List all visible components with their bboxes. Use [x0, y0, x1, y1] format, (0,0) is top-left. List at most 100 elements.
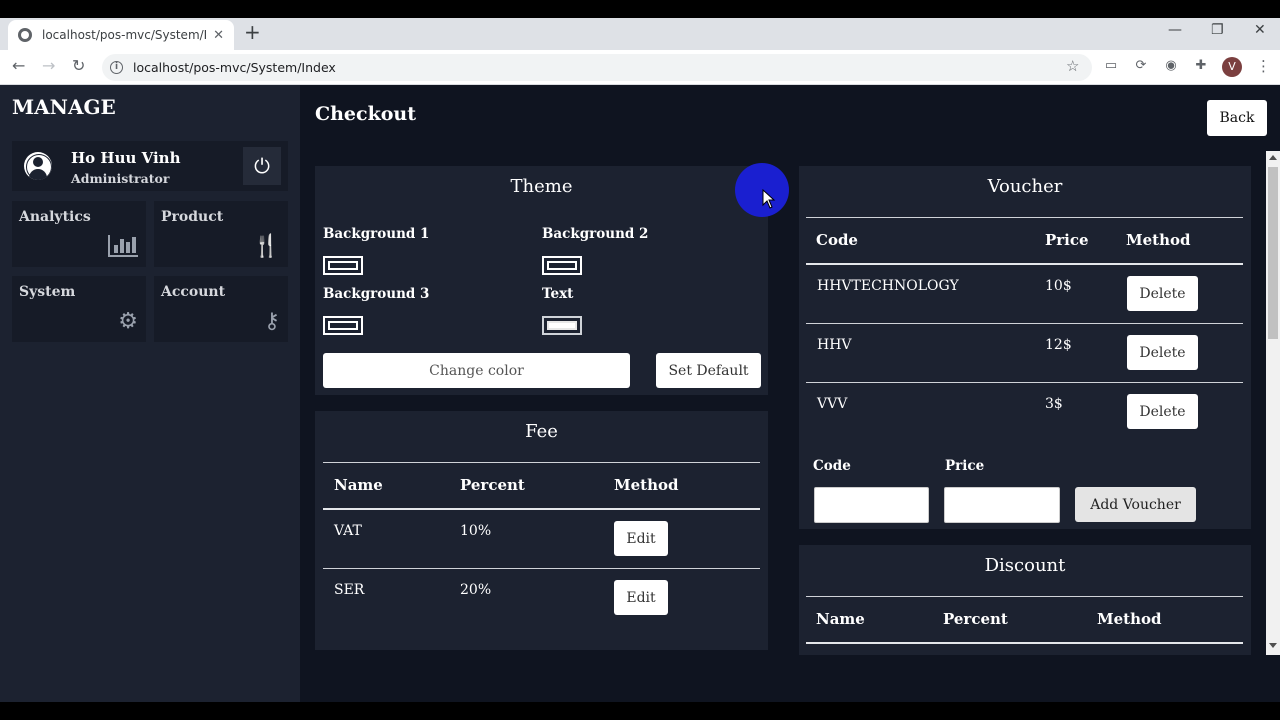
menu-kebab-icon[interactable]: ⋮ — [1256, 57, 1271, 75]
page-title: Checkout — [315, 103, 417, 125]
tile-analytics[interactable]: Analytics — [12, 201, 146, 267]
discount-title: Discount — [984, 555, 1066, 576]
voucher-price: 10$ — [1045, 278, 1072, 294]
background2-label: Background 2 — [542, 226, 649, 242]
fee-name: VAT — [334, 523, 362, 539]
tile-label: Account — [161, 284, 226, 300]
discount-header-method: Method — [1097, 610, 1162, 628]
change-color-button[interactable]: Change color — [323, 353, 630, 388]
divider — [806, 642, 1243, 644]
cast-icon[interactable]: ▭ — [1104, 59, 1118, 73]
tile-label: Product — [161, 209, 224, 225]
key-icon: ⚷ — [263, 309, 280, 334]
theme-title: Theme — [510, 176, 573, 197]
edit-fee-button[interactable]: Edit — [614, 521, 668, 556]
voucher-price: 3$ — [1045, 396, 1063, 412]
text-color-label: Text — [542, 286, 574, 302]
tile-account[interactable]: Account ⚷ — [154, 276, 288, 342]
delete-voucher-button[interactable]: Delete — [1127, 335, 1198, 370]
bookmark-star-icon[interactable]: ☆ — [1066, 57, 1079, 75]
scroll-up-arrow-icon[interactable] — [1269, 155, 1277, 160]
voucher-code-input[interactable] — [814, 487, 929, 523]
fee-header-name: Name — [334, 476, 383, 494]
divider — [806, 217, 1243, 218]
divider — [806, 323, 1243, 324]
tile-system[interactable]: System ⚙ — [12, 276, 146, 342]
reload-icon[interactable]: ↻ — [72, 56, 85, 75]
restore-icon[interactable]: ❐ — [1211, 22, 1224, 38]
user-card: Ho Huu Vinh Administrator ⏻ — [12, 141, 288, 191]
fee-header-percent: Percent — [460, 476, 525, 494]
address-bar[interactable]: i localhost/pos-mvc/System/Index — [102, 54, 1092, 81]
profile-avatar[interactable]: V — [1222, 57, 1242, 77]
voucher-code-label: Code — [813, 458, 851, 474]
delete-voucher-button[interactable]: Delete — [1127, 394, 1198, 429]
discount-panel: Discount Name Percent Method — [799, 545, 1251, 655]
user-avatar-icon — [24, 152, 52, 180]
fee-title: Fee — [525, 421, 558, 442]
browser-toolbar: ← → ↻ i localhost/pos-mvc/System/Index ☆… — [0, 50, 1280, 85]
fee-header-method: Method — [614, 476, 679, 494]
scroll-down-arrow-icon[interactable] — [1269, 643, 1277, 648]
new-tab-icon[interactable]: + — [244, 20, 261, 44]
add-voucher-button[interactable]: Add Voucher — [1075, 487, 1196, 522]
fork-knife-icon: 🍴 — [252, 234, 280, 259]
close-tab-icon[interactable]: ✕ — [213, 28, 224, 43]
voucher-title: Voucher — [987, 176, 1063, 197]
tab-title: localhost/pos-mvc/System/Index — [42, 28, 208, 42]
theme-panel: Theme Background 1 Background 2 Backgrou… — [315, 166, 768, 395]
tab-strip: localhost/pos-mvc/System/Index ✕ + — ❐ ✕ — [0, 18, 1280, 50]
puzzle-extension-icon[interactable]: ✚ — [1194, 59, 1208, 73]
voucher-price-input[interactable] — [944, 487, 1060, 523]
divider — [323, 462, 760, 463]
divider — [806, 596, 1243, 597]
browser-tab[interactable]: localhost/pos-mvc/System/Index ✕ — [8, 20, 234, 50]
voucher-code: HHV — [817, 337, 852, 353]
page-scrollbar[interactable] — [1266, 151, 1280, 655]
tile-label: Analytics — [19, 209, 91, 225]
background1-label: Background 1 — [323, 226, 430, 242]
info-icon[interactable]: i — [110, 61, 123, 74]
os-bottom-bar — [0, 702, 1280, 720]
voucher-price: 12$ — [1045, 337, 1072, 353]
voucher-code: HHVTECHNOLOGY — [817, 278, 959, 294]
divider — [323, 508, 760, 510]
set-default-button[interactable]: Set Default — [656, 353, 761, 388]
back-arrow-icon[interactable]: ← — [12, 56, 25, 75]
divider — [806, 263, 1243, 265]
fee-panel: Fee Name Percent Method VAT 10% Edit SER… — [315, 411, 768, 650]
divider — [323, 568, 760, 569]
minimize-icon[interactable]: — — [1168, 22, 1182, 38]
sync-icon[interactable]: ⟳ — [1134, 59, 1148, 73]
voucher-panel: Voucher Code Price Method HHVTECHNOLOGY … — [799, 166, 1251, 529]
globe-icon — [18, 28, 32, 42]
voucher-header-method: Method — [1126, 231, 1191, 249]
voucher-price-label: Price — [945, 458, 985, 474]
brand-title: MANAGE — [12, 95, 116, 119]
discount-header-percent: Percent — [943, 610, 1008, 628]
forward-arrow-icon[interactable]: → — [42, 56, 55, 75]
sidebar: MANAGE Ho Huu Vinh Administrator ⏻ Analy… — [0, 85, 300, 702]
edit-fee-button[interactable]: Edit — [614, 580, 668, 615]
tile-label: System — [19, 284, 76, 300]
voucher-header-price: Price — [1045, 231, 1089, 249]
background2-color-picker[interactable] — [542, 256, 582, 275]
os-top-bar — [0, 0, 1280, 18]
fee-name: SER — [334, 582, 365, 598]
background1-color-picker[interactable] — [323, 256, 363, 275]
delete-voucher-button[interactable]: Delete — [1127, 276, 1198, 311]
user-name: Ho Huu Vinh — [71, 149, 181, 167]
power-logout-button[interactable]: ⏻ — [243, 147, 281, 185]
text-color-picker[interactable] — [542, 316, 582, 335]
close-window-icon[interactable]: ✕ — [1254, 22, 1266, 38]
discount-header-name: Name — [816, 610, 865, 628]
background3-color-picker[interactable] — [323, 316, 363, 335]
fee-percent: 20% — [460, 582, 492, 598]
back-button[interactable]: Back — [1207, 100, 1267, 136]
scrollbar-thumb[interactable] — [1268, 167, 1278, 339]
voucher-code: VVV — [817, 396, 848, 412]
tile-product[interactable]: Product 🍴 — [154, 201, 288, 267]
camera-icon[interactable]: ◉ — [1164, 59, 1178, 73]
user-role: Administrator — [71, 171, 170, 186]
divider — [806, 382, 1243, 383]
